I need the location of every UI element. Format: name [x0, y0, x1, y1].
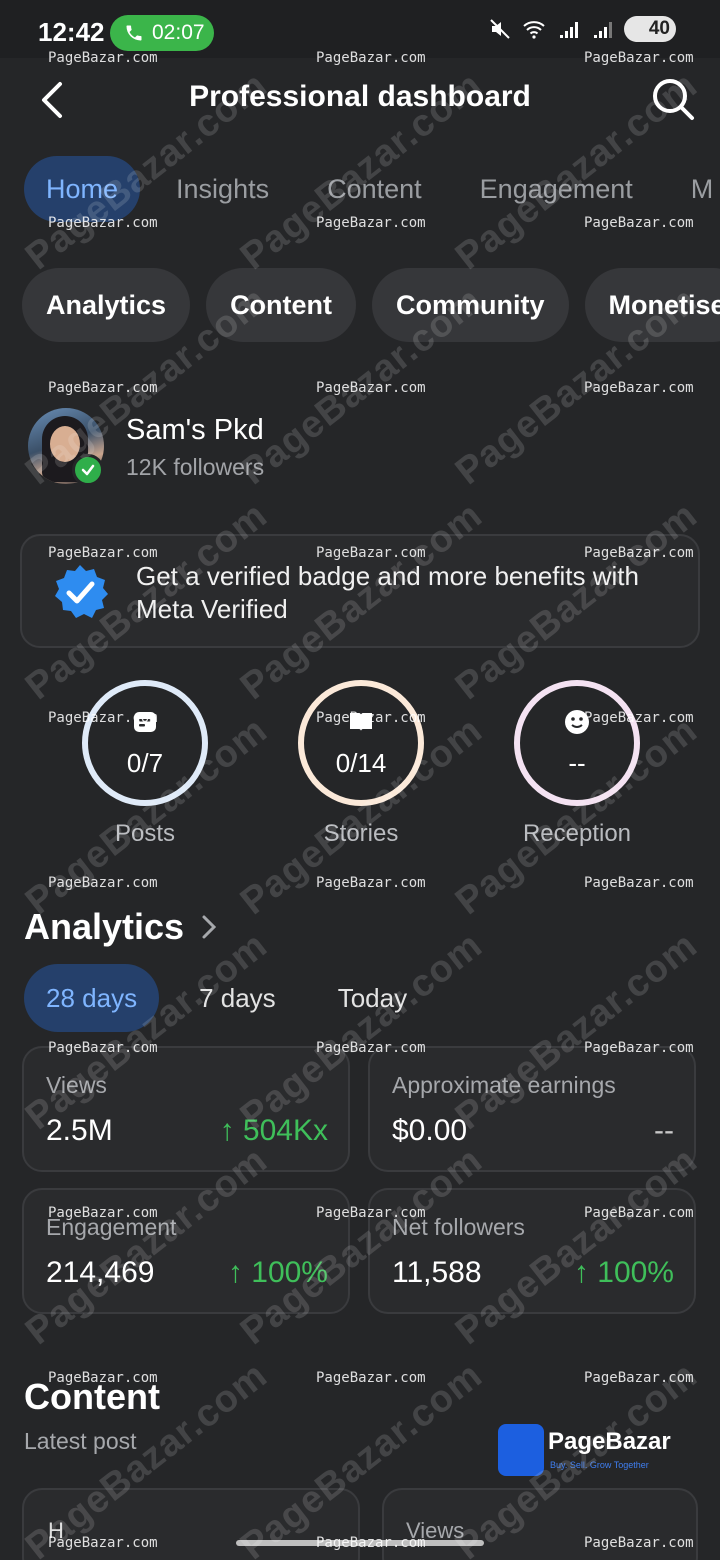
phone-icon — [126, 25, 142, 41]
verified-badge-icon — [55, 565, 108, 618]
metric-label: Approximate earnings — [392, 1072, 616, 1098]
reception-label: Reception — [522, 820, 632, 847]
metric-change: ↑ 100% — [227, 1256, 328, 1289]
chevron-right-icon — [202, 915, 217, 939]
book-icon — [350, 713, 372, 731]
watermark-text: PageBazar.com — [316, 1370, 426, 1386]
stories-value: 0/14 — [335, 748, 387, 778]
reception-goal[interactable]: -- Reception — [512, 680, 642, 848]
battery-indicator: 40 — [624, 16, 676, 42]
post-icon — [134, 712, 156, 732]
call-duration: 02:07 — [152, 21, 205, 44]
metric-value: 11,588 — [392, 1256, 482, 1289]
metric-change: ↑ 100% — [573, 1256, 674, 1289]
ongoing-call-pill[interactable]: 02:07 — [110, 15, 214, 51]
earnings-card[interactable]: Approximate earnings $0.00 -- — [368, 1046, 696, 1172]
metric-label: Views — [46, 1072, 107, 1098]
views-card[interactable]: Views 2.5M ↑ 504Kx — [22, 1046, 350, 1172]
posts-label: Posts — [114, 820, 176, 847]
watermark-text: PageBazar.com — [584, 875, 694, 891]
page-title: Professional dashboard — [189, 80, 531, 113]
battery-level: 40 — [648, 18, 670, 39]
range-7-days[interactable]: 7 days — [177, 964, 298, 1032]
meta-verified-banner[interactable]: Get a verified badge and more benefits w… — [20, 534, 700, 648]
tab-content[interactable]: Content — [305, 156, 444, 222]
watermark-text: PageBazar.com — [316, 380, 426, 396]
profile-name: Sam's Pkd — [126, 414, 264, 446]
range-28-days[interactable]: 28 days — [24, 964, 160, 1032]
range-today[interactable]: Today — [316, 964, 429, 1032]
chip-monetise[interactable]: Monetise — [584, 268, 720, 342]
shortcut-chips: Analytics Content Community Monetise — [22, 268, 720, 342]
metric-change: -- — [654, 1114, 674, 1147]
watermark-text: PageBazar.com — [584, 1370, 694, 1386]
banner-text: Get a verified badge and more benefits w… — [136, 561, 639, 624]
status-time: 12:42 — [38, 17, 105, 47]
pagebazar-logo: PageBazar Buy. Sell. Grow Together — [498, 1422, 678, 1478]
home-indicator[interactable] — [236, 1540, 484, 1546]
latest-post-card[interactable]: H — [22, 1488, 360, 1560]
status-icons: 40 — [488, 16, 676, 42]
chip-content[interactable]: Content — [206, 268, 357, 342]
reception-value: -- — [568, 748, 586, 778]
tab-insights[interactable]: Insights — [154, 156, 291, 222]
metric-label: Net followers — [392, 1214, 525, 1240]
smile-icon — [565, 710, 589, 734]
posts-goal[interactable]: 0/7 Posts — [80, 680, 210, 848]
post-preview-glyph: H — [48, 1518, 64, 1543]
watermark-text: PageBazar.com — [316, 875, 426, 891]
tab-engagement[interactable]: Engagement — [458, 156, 655, 222]
tab-more[interactable]: M — [669, 156, 720, 222]
metric-value: 214,469 — [46, 1256, 155, 1289]
check-icon — [72, 454, 104, 486]
watermark-text: PageBazar.com — [584, 380, 694, 396]
watermark-text: PageBazar.com — [48, 875, 158, 891]
latest-post-label: Latest post — [24, 1428, 137, 1454]
signal-icon — [560, 22, 578, 38]
engagement-card[interactable]: Engagement 214,469 ↑ 100% — [22, 1188, 350, 1314]
logo-name: PageBazar — [548, 1428, 671, 1455]
posts-value: 0/7 — [126, 748, 164, 778]
metric-value: 2.5M — [46, 1114, 113, 1147]
signal-icon — [594, 22, 612, 38]
header: Professional dashboard — [0, 58, 720, 142]
shopping-bag-icon — [498, 1424, 544, 1476]
analytics-heading[interactable]: Analytics — [24, 906, 218, 948]
stories-label: Stories — [323, 820, 399, 847]
status-bar: 12:42 02:07 40 — [0, 0, 720, 58]
profile-summary[interactable]: Sam's Pkd 12K followers — [28, 408, 688, 488]
chip-community[interactable]: Community — [372, 268, 569, 342]
stories-goal[interactable]: 0/14 Stories — [296, 680, 426, 848]
metric-change: ↑ 504Kx — [219, 1114, 328, 1147]
follower-count: 12K followers — [126, 454, 265, 480]
watermark-text: PageBazar.com — [48, 380, 158, 396]
post-views-card[interactable]: Views — [382, 1488, 698, 1560]
metric-value: $0.00 — [392, 1114, 468, 1147]
analytics-title: Analytics — [24, 906, 185, 947]
net-followers-card[interactable]: Net followers 11,588 ↑ 100% — [368, 1188, 696, 1314]
logo-tagline: Buy. Sell. Grow Together — [550, 1460, 649, 1470]
metric-label: Engagement — [46, 1214, 177, 1240]
mute-icon — [490, 19, 510, 39]
chip-analytics[interactable]: Analytics — [22, 268, 191, 342]
wifi-icon — [523, 21, 545, 39]
posts-ring: 0/7 — [82, 680, 208, 806]
stories-ring: 0/14 — [298, 680, 424, 806]
date-range-tabs: 28 days 7 days Today — [24, 964, 447, 1032]
tab-home[interactable]: Home — [24, 156, 141, 222]
search-icon[interactable] — [650, 76, 696, 122]
content-heading: Content — [24, 1376, 160, 1417]
reception-ring: -- — [514, 680, 640, 806]
section-tabs: Home Insights Content Engagement M — [24, 156, 720, 222]
